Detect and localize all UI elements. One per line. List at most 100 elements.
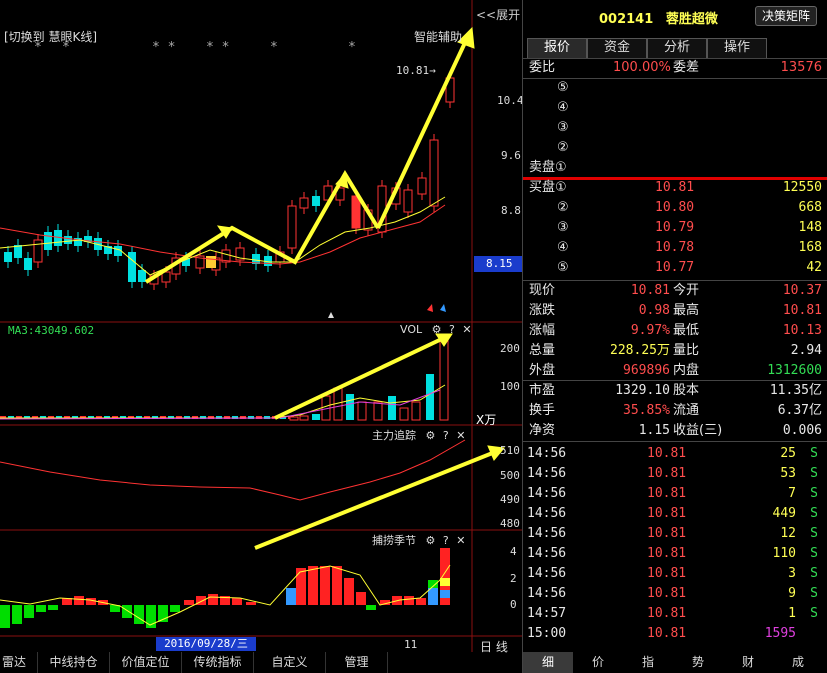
sell-level-5: ⑤ <box>557 80 569 95</box>
help-icon[interactable]: ? <box>443 429 449 442</box>
season-bar <box>122 605 132 618</box>
gear-icon[interactable]: ⚙ <box>432 323 442 336</box>
tab-detail[interactable]: 细 <box>523 652 573 673</box>
vol-unit-label: X万 <box>476 413 497 427</box>
buy-level-5: ⑤ 10.77 42 <box>523 258 827 278</box>
tab-radar[interactable]: 雷达 <box>0 652 38 673</box>
candle <box>64 236 72 244</box>
main-force-label: 主力追踪 <box>372 429 416 442</box>
tick-time: 14:56 <box>527 566 567 581</box>
volume-bar <box>388 396 396 420</box>
tick-time: 14:56 <box>527 466 567 481</box>
season-bar <box>48 605 58 610</box>
mf-tick: 490 <box>500 493 520 506</box>
tab-custom[interactable]: 自定义 <box>254 652 326 673</box>
tick-volume: 3 <box>788 566 796 581</box>
weicha-value: 13576 <box>780 60 822 75</box>
candle-highlight <box>206 256 216 268</box>
candle <box>287 205 297 249</box>
tab-trend[interactable]: 势 <box>673 652 723 673</box>
stat-label: 涨跌 <box>529 303 556 318</box>
stat-label: 今开 <box>673 283 700 298</box>
stat-value: 1329.10 <box>615 383 670 398</box>
buy-level-3: ③ 10.79 148 <box>523 218 827 238</box>
candle <box>4 252 12 262</box>
tick-volume: 110 <box>772 546 796 561</box>
help-icon[interactable]: ? <box>443 534 449 547</box>
tab-traditional-indicators[interactable]: 传统指标 <box>182 652 254 673</box>
tick-side: S <box>810 506 818 521</box>
volume-bar <box>399 407 409 421</box>
tick-volume: 25 <box>780 446 796 461</box>
season-title: 捕捞季节 ⚙ ? ✕ <box>372 532 465 548</box>
kline-chart-area[interactable]: [切换到 慧眼K线] * * * * * * * * 智能辅助 <<展开 10.… <box>0 0 524 655</box>
tab-midterm-holding[interactable]: 中线持仓 <box>38 652 110 673</box>
weibi-row: 委比 100.00% 委差 13576 <box>523 58 827 78</box>
season-bar <box>404 596 414 605</box>
price-tick: 10.4 <box>497 94 524 107</box>
mf-tick: 480 <box>500 517 520 530</box>
buy-level-4: ④ 10.78 168 <box>523 238 827 258</box>
smart-assist-button[interactable]: 智能辅助 <box>414 28 462 45</box>
sell-level-4: ④ <box>557 100 569 115</box>
season-tick: 0 <box>510 598 517 611</box>
tab-manage[interactable]: 管理 <box>326 652 388 673</box>
mf-tick: 500 <box>500 469 520 482</box>
buy-level-price: 10.80 <box>655 200 695 215</box>
tick-price: 10.81 <box>647 526 687 541</box>
buy-level-price: 10.77 <box>655 260 695 275</box>
tab-analysis[interactable]: 分析 <box>647 38 707 58</box>
season-label: 捕捞季节 <box>372 534 416 547</box>
volume-bar <box>289 416 299 421</box>
switch-kline-link[interactable]: [切换到 慧眼K线] <box>4 28 97 45</box>
tab-finance[interactable]: 财 <box>723 652 773 673</box>
stat-label: 流通 <box>673 403 700 418</box>
stat-label: 外盘 <box>529 363 556 378</box>
decision-matrix-button[interactable]: 决策矩阵 <box>755 6 817 26</box>
buy-level-volume: 148 <box>798 220 822 235</box>
tick-time: 14:56 <box>527 446 567 461</box>
help-icon[interactable]: ? <box>449 323 455 336</box>
tab-funds[interactable]: 资金 <box>587 38 647 58</box>
tab-value-position[interactable]: 价值定位 <box>110 652 182 673</box>
tab-index[interactable]: 指 <box>623 652 673 673</box>
tick-row: 14:56 10.81 3 S <box>523 564 827 584</box>
season-bar <box>296 568 306 605</box>
tab-price[interactable]: 价 <box>573 652 623 673</box>
season-bar <box>440 578 450 586</box>
season-bar <box>286 588 296 605</box>
buy-level-volume: 12550 <box>782 180 822 195</box>
sell-level-2: ② <box>557 140 569 155</box>
stat-label: 市盈 <box>529 383 556 398</box>
tick-side: S <box>810 466 818 481</box>
gear-icon[interactable]: ⚙ <box>426 534 436 547</box>
close-icon[interactable]: ✕ <box>456 429 465 442</box>
tab-turnover[interactable]: 成 <box>773 652 823 673</box>
tab-quote[interactable]: 报价 <box>527 38 587 58</box>
tick-side: S <box>810 486 818 501</box>
candle <box>24 258 32 270</box>
season-bar <box>134 605 144 624</box>
tab-operation[interactable]: 操作 <box>707 38 767 58</box>
season-bar <box>74 596 84 605</box>
gear-icon[interactable]: ⚙ <box>426 429 436 442</box>
buy-level-price: 10.81 <box>655 180 695 195</box>
tick-row: 14:56 10.81 25 S <box>523 444 827 464</box>
period-selector[interactable]: 日 线 <box>480 638 508 655</box>
close-icon[interactable]: ✕ <box>462 323 471 336</box>
stat-value: 6.37亿 <box>777 403 822 418</box>
tick-volume: 449 <box>772 506 796 521</box>
stat-row: 换手 35.85% 流通 6.37亿 <box>523 401 827 421</box>
expand-button[interactable]: <<展开 <box>476 6 520 23</box>
close-icon[interactable]: ✕ <box>456 534 465 547</box>
tick-row: 14:56 10.81 9 S <box>523 584 827 604</box>
buy-level-volume: 42 <box>806 260 822 275</box>
volume-bar <box>373 401 383 421</box>
volume-bar <box>426 374 434 420</box>
buy-level-volume: 168 <box>798 240 822 255</box>
vol-tick: 100 <box>500 380 520 393</box>
stat-row: 市盈 1329.10 股本 11.35亿 <box>523 381 827 401</box>
season-tick: 4 <box>510 545 517 558</box>
season-tick: 2 <box>510 572 517 585</box>
stat-value: 10.13 <box>782 323 822 338</box>
